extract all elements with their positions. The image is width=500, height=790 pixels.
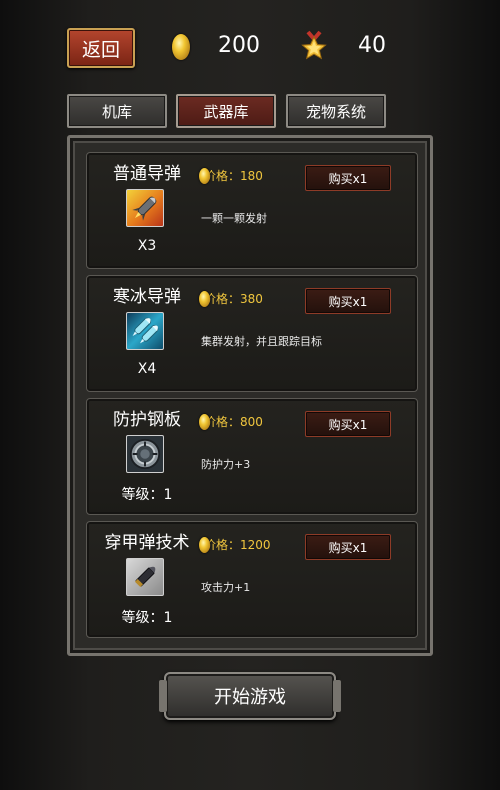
item-name: 寒冰导弹 bbox=[113, 287, 181, 307]
buy-button[interactable]: 购买x1 bbox=[305, 411, 391, 437]
item-description: 防护力+3 bbox=[201, 458, 251, 471]
price-label: 价格：1200 bbox=[204, 538, 271, 552]
armor-piercing-bullet-icon bbox=[126, 558, 164, 596]
gold-coin-icon bbox=[199, 290, 210, 307]
item-name: 防护钢板 bbox=[113, 410, 181, 430]
shield-plate-icon bbox=[126, 435, 164, 473]
price-label: 价格：180 bbox=[204, 169, 263, 183]
gold-amount: 200 bbox=[218, 33, 260, 58]
item-name: 穿甲弹技术 bbox=[104, 533, 190, 553]
back-button[interactable]: 返回 bbox=[67, 28, 135, 68]
price-tag: 价格：380 bbox=[199, 290, 263, 307]
buy-button[interactable]: 购买x1 bbox=[305, 165, 391, 191]
item-count: X3 bbox=[137, 238, 157, 254]
item-level: 等级：1 bbox=[121, 487, 173, 503]
gold-coin-icon bbox=[199, 536, 210, 553]
missile-icon bbox=[126, 189, 164, 227]
ice-missile-icon bbox=[126, 312, 164, 350]
start-game-button[interactable]: 开始游戏 bbox=[159, 672, 341, 720]
gold-coin-icon bbox=[199, 167, 210, 184]
item-description: 攻击力+1 bbox=[201, 581, 251, 594]
weapon-shop-screen: 返回 200 40 机库 武器库 宠物系统 普通导弹 X3 价格：180 购买x… bbox=[0, 0, 500, 790]
buy-button[interactable]: 购买x1 bbox=[305, 288, 391, 314]
star-medal-icon bbox=[301, 30, 327, 60]
item-description: 集群发射，并且跟踪目标 bbox=[201, 335, 322, 348]
price-tag: 价格：800 bbox=[199, 413, 263, 430]
weapon-item-armor-piercing-tech: 穿甲弹技术 等级：1 价格：1200 购买x1 攻击力+1 bbox=[86, 521, 418, 638]
star-amount: 40 bbox=[358, 33, 386, 58]
price-label: 价格：380 bbox=[204, 292, 263, 306]
weapon-item-normal-missile: 普通导弹 X3 价格：180 购买x1 一颗一颗发射 bbox=[86, 152, 418, 269]
price-tag: 价格：1200 bbox=[199, 536, 271, 553]
tab-pet-system[interactable]: 宠物系统 bbox=[286, 94, 386, 128]
buy-button[interactable]: 购买x1 bbox=[305, 534, 391, 560]
price-label: 价格：800 bbox=[204, 415, 263, 429]
item-level: 等级：1 bbox=[121, 610, 173, 626]
tab-hangar[interactable]: 机库 bbox=[67, 94, 167, 128]
item-count: X4 bbox=[137, 361, 157, 377]
weapon-item-ice-missile: 寒冰导弹 X4 价格：380 购买x1 集群发射，并且跟踪目标 bbox=[86, 275, 418, 392]
price-tag: 价格：180 bbox=[199, 167, 263, 184]
item-description: 一颗一颗发射 bbox=[201, 212, 267, 225]
weapon-item-protective-plate: 防护钢板 等级：1 价格：800 购买x1 防护力+3 bbox=[86, 398, 418, 515]
weapon-list-panel: 普通导弹 X3 价格：180 购买x1 一颗一颗发射 寒冰导弹 X4 价格：38… bbox=[67, 135, 433, 656]
gold-coin-icon bbox=[199, 413, 210, 430]
item-name: 普通导弹 bbox=[113, 164, 181, 184]
tab-armory[interactable]: 武器库 bbox=[176, 94, 276, 128]
gold-coin-icon bbox=[172, 34, 190, 60]
